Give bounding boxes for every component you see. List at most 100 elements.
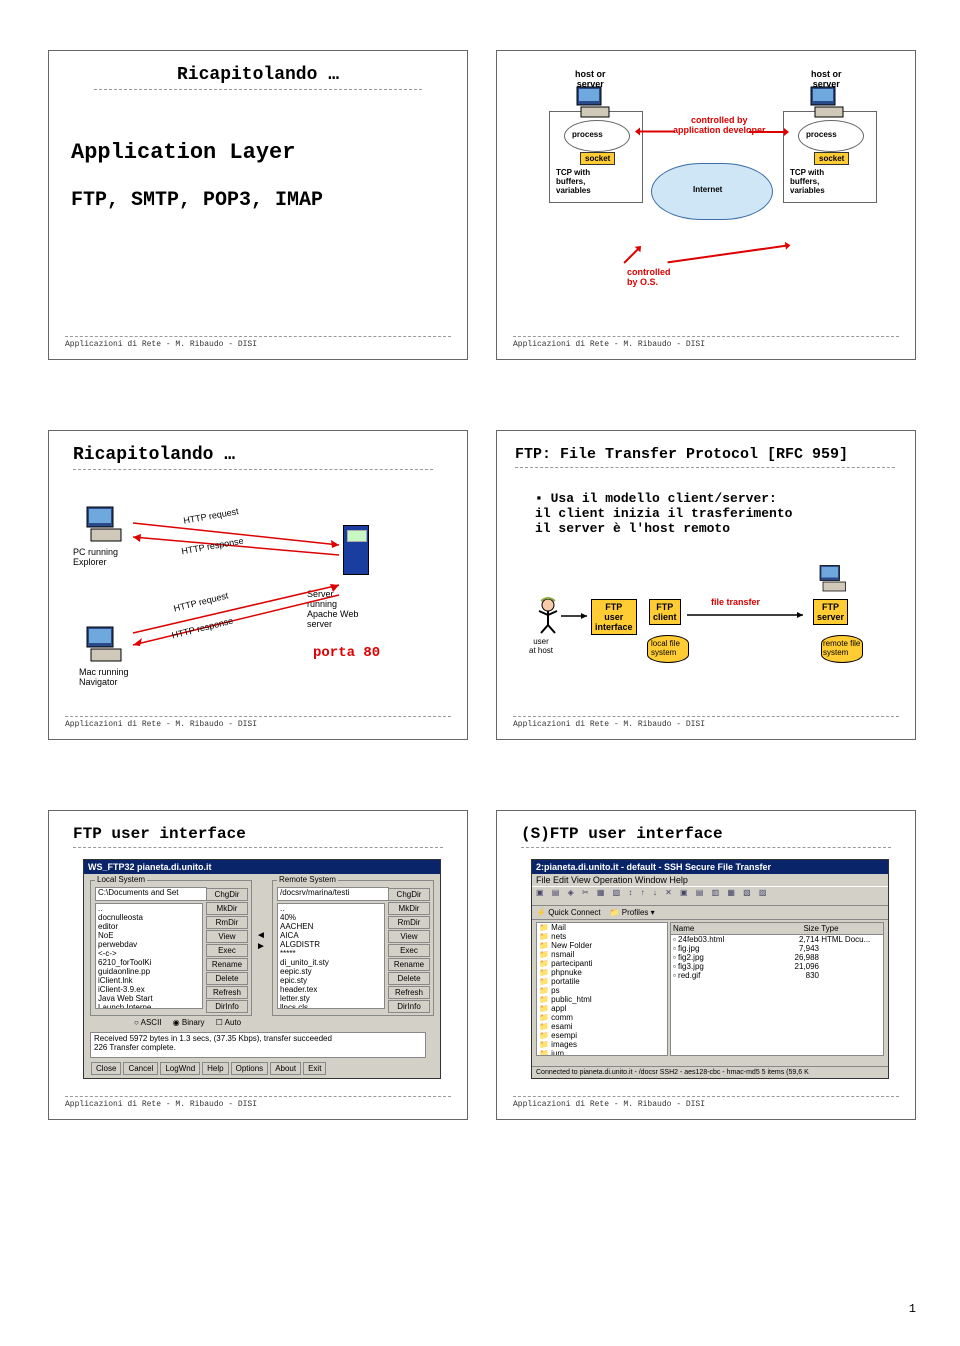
local-file-list[interactable]: ..docnulleostaeditorNoEperwebdav<-c->621…	[95, 903, 203, 1009]
tree-item[interactable]: 📁 images	[537, 1040, 667, 1049]
tree-item[interactable]: 📁 partecipanti	[537, 959, 667, 968]
side-button[interactable]: Rename	[206, 958, 248, 971]
local-file-item[interactable]: NoE	[96, 931, 202, 940]
tree-item[interactable]: 📁 esempi	[537, 1031, 667, 1040]
remote-file-item[interactable]: letter.sty	[278, 994, 384, 1003]
file-pane[interactable]: NameSize Type ▫ 24feb03.html2,714 HTML D…	[670, 922, 884, 1056]
bottom-button[interactable]: Cancel	[123, 1062, 158, 1075]
computer-icon-left	[573, 85, 617, 121]
remote-file-item[interactable]: *****	[278, 949, 384, 958]
remote-file-item[interactable]: di_unito_it.sty	[278, 958, 384, 967]
quick-connect-btn[interactable]: ⚡ Quick Connect	[536, 908, 601, 917]
local-file-item[interactable]: editor	[96, 922, 202, 931]
bottom-button[interactable]: About	[270, 1062, 301, 1075]
toolbar[interactable]: ▣ ▤ ◈ ✂ ▦ ▧ ↕ ↑ ↓ ✕ ▣ ▤ ▥ ▦ ▧ ▨	[532, 886, 888, 906]
local-file-item[interactable]: Java Web Start	[96, 994, 202, 1003]
side-button[interactable]: ChgDir	[388, 888, 430, 901]
menu-bar[interactable]: File Edit View Operation Window Help	[532, 874, 888, 886]
slide-1: Ricapitolando … Application Layer FTP, S…	[48, 50, 468, 360]
slide1-h2: FTP, SMTP, POP3, IMAP	[71, 189, 463, 212]
bottom-button[interactable]: Exit	[303, 1062, 326, 1075]
side-button[interactable]: Exec	[388, 944, 430, 957]
side-button[interactable]: View	[206, 930, 248, 943]
remote-path[interactable]: /docsrv/marina/testi	[277, 887, 389, 901]
side-button[interactable]: MkDir	[388, 902, 430, 915]
ssh-status: Connected to pianeta.di.unito.it - /docs…	[532, 1066, 888, 1078]
transfer-arrows[interactable]: ◄►	[254, 930, 268, 952]
side-button[interactable]: ChgDir	[206, 888, 248, 901]
remote-file-item[interactable]: header.tex	[278, 985, 384, 994]
bottom-button[interactable]: Options	[231, 1062, 269, 1075]
tree-pane[interactable]: 📁 Mail📁 nets📁 New Folder📁 nsmail📁 partec…	[536, 922, 668, 1056]
remote-file-row[interactable]: ▫ fig.jpg7,943	[671, 944, 883, 953]
internet-label: Internet	[693, 185, 722, 194]
local-group: Local System C:\Documents and Set ..docn…	[90, 880, 252, 1016]
side-button[interactable]: Exec	[206, 944, 248, 957]
local-path[interactable]: C:\Documents and Set	[95, 887, 207, 901]
user-host-label: user at host	[529, 637, 553, 655]
tree-item[interactable]: 📁 portatile	[537, 977, 667, 986]
tree-item[interactable]: 📁 nets	[537, 932, 667, 941]
tree-item[interactable]: 📁 esami	[537, 1022, 667, 1031]
side-button[interactable]: RmDir	[388, 916, 430, 929]
side-button[interactable]: DirInfo	[206, 1000, 248, 1013]
ftp-server-box: FTP server	[813, 599, 848, 625]
footer: Applicazioni di Rete - M. Ribaudo - DISI	[65, 716, 451, 729]
slide5-title: FTP user interface	[73, 825, 246, 843]
remote-file-list[interactable]: ..40%AACHENAICAALGDISTR*****di_unito_it.…	[277, 903, 385, 1009]
side-button[interactable]: MkDir	[206, 902, 248, 915]
side-button[interactable]: Delete	[388, 972, 430, 985]
remote-file-item[interactable]: eepic.sty	[278, 967, 384, 976]
tree-item[interactable]: 📁 public_html	[537, 995, 667, 1004]
tree-item[interactable]: 📁 New Folder	[537, 941, 667, 950]
radio-auto[interactable]: ☐ Auto	[216, 1018, 241, 1027]
bottom-button[interactable]: Close	[91, 1062, 121, 1075]
remote-file-row[interactable]: ▫ fig3.jpg21,096	[671, 962, 883, 971]
radio-ascii[interactable]: ○ ASCII	[134, 1018, 162, 1027]
radio-binary[interactable]: ◉ Binary	[173, 1018, 205, 1027]
local-file-item[interactable]: docnulleosta	[96, 913, 202, 922]
local-file-item[interactable]: <-c->	[96, 949, 202, 958]
side-button[interactable]: Refresh	[206, 986, 248, 999]
mac-running-label: Mac running Navigator	[79, 667, 129, 687]
local-file-item[interactable]: iClient.lnk	[96, 976, 202, 985]
local-file-item[interactable]: guidaonline.pp	[96, 967, 202, 976]
remote-file-item[interactable]: ..	[278, 904, 384, 913]
process-left: process	[572, 130, 603, 139]
remote-file-item[interactable]: 40%	[278, 913, 384, 922]
remote-file-row[interactable]: ▫ red.gif830	[671, 971, 883, 980]
remote-file-item[interactable]: AICA	[278, 931, 384, 940]
user-icon	[533, 595, 563, 635]
side-button[interactable]: Refresh	[388, 986, 430, 999]
tree-item[interactable]: 📁 appl	[537, 1004, 667, 1013]
tree-item[interactable]: 📁 phpnuke	[537, 968, 667, 977]
local-file-item[interactable]: Launch Interne	[96, 1003, 202, 1009]
mac-icon	[83, 625, 131, 665]
tree-item[interactable]: 📁 ps	[537, 986, 667, 995]
slide4-title: FTP: File Transfer Protocol [RFC 959]	[515, 446, 848, 463]
remote-file-item[interactable]: epic.sty	[278, 976, 384, 985]
side-button[interactable]: View	[388, 930, 430, 943]
side-button[interactable]: DirInfo	[388, 1000, 430, 1013]
side-button[interactable]: RmDir	[206, 916, 248, 929]
local-file-item[interactable]: ..	[96, 904, 202, 913]
local-file-item[interactable]: iClient-3.9.ex	[96, 985, 202, 994]
remote-file-item[interactable]: ALGDISTR	[278, 940, 384, 949]
remote-file-row[interactable]: ▫ fig2.jpg26,988	[671, 953, 883, 962]
local-file-item[interactable]: perwebdav	[96, 940, 202, 949]
slide-3: Ricapitolando … PC running Explorer HTTP…	[48, 430, 468, 740]
local-file-item[interactable]: 6210_forToolKi	[96, 958, 202, 967]
side-button[interactable]: Rename	[388, 958, 430, 971]
remote-file-item[interactable]: llncs.cls	[278, 1003, 384, 1009]
side-button[interactable]: Delete	[206, 972, 248, 985]
server-icon	[343, 525, 369, 575]
profiles-btn[interactable]: 📁 Profiles ▾	[610, 908, 655, 917]
tree-item[interactable]: 📁 comm	[537, 1013, 667, 1022]
bottom-button[interactable]: LogWnd	[160, 1062, 200, 1075]
remote-file-item[interactable]: AACHEN	[278, 922, 384, 931]
tree-item[interactable]: 📁 ium	[537, 1049, 667, 1056]
bottom-button[interactable]: Help	[202, 1062, 228, 1075]
remote-file-row[interactable]: ▫ 24feb03.html2,714 HTML Docu...	[671, 935, 883, 944]
tree-item[interactable]: 📁 Mail	[537, 923, 667, 932]
tree-item[interactable]: 📁 nsmail	[537, 950, 667, 959]
